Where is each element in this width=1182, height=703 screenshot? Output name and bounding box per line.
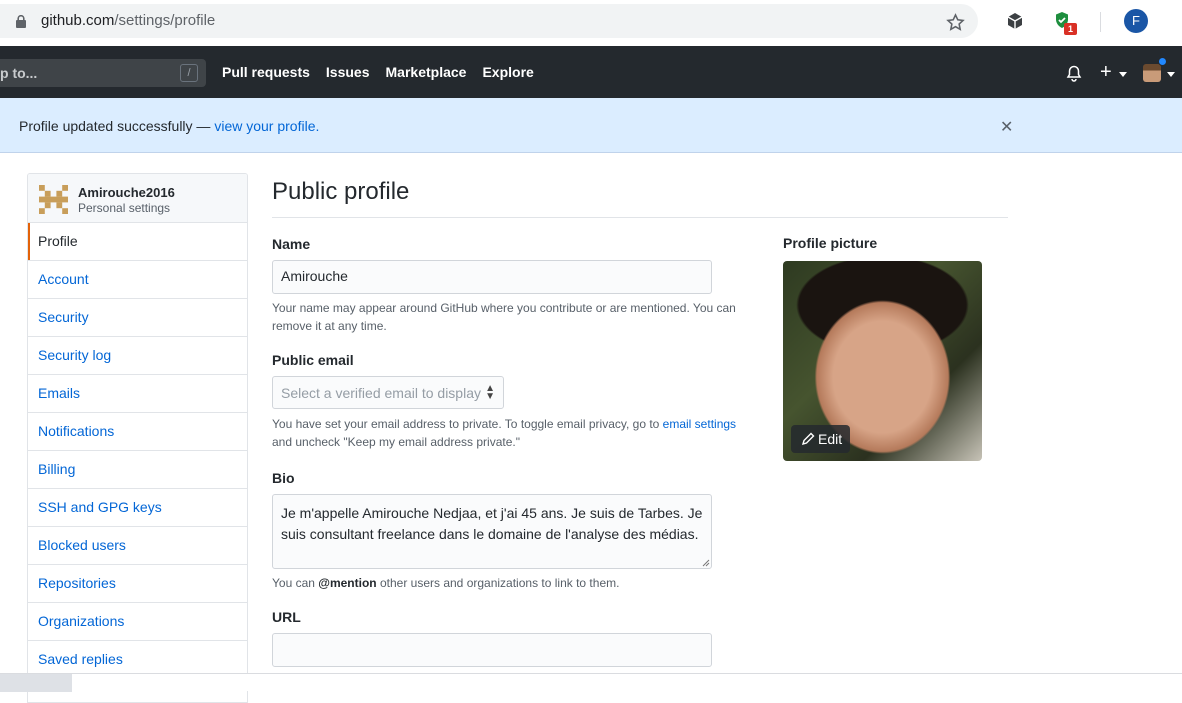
bio-note-text: You can (272, 576, 319, 590)
bio-textarea[interactable]: Je m'appelle Amirouche Nedjaa, et j'ai 4… (272, 494, 712, 569)
bio-label: Bio (272, 470, 295, 486)
sidebar-item-repositories[interactable]: Repositories (28, 565, 247, 603)
lock-icon (16, 15, 26, 28)
sidebar-item-security-log[interactable]: Security log (28, 337, 247, 375)
bell-icon[interactable] (1066, 65, 1082, 82)
identicon-icon (39, 185, 68, 214)
header-nav: Pull requests Issues Marketplace Explore (222, 64, 550, 80)
profile-picture-label: Profile picture (783, 235, 878, 251)
public-email-placeholder: Select a verified email to display (281, 385, 481, 401)
chevron-down-icon[interactable] (1167, 72, 1175, 77)
public-email-select[interactable]: Select a verified email to display ▲ ▼ (272, 376, 504, 409)
avatar[interactable] (1143, 64, 1161, 82)
browser-toolbar: github.com/settings/profile 1 F (0, 0, 1182, 46)
nav-issues[interactable]: Issues (326, 64, 370, 80)
close-icon[interactable]: ✕ (1000, 117, 1013, 137)
url-path: /settings/profile (114, 12, 216, 29)
name-note: Your name may appear around GitHub where… (272, 301, 736, 333)
select-arrows-icon: ▲ ▼ (485, 383, 495, 402)
sidebar-item-billing[interactable]: Billing (28, 451, 247, 489)
search-input[interactable]: p to... / (0, 59, 206, 87)
nav-explore[interactable]: Explore (482, 64, 533, 80)
resize-handle-icon[interactable] (702, 559, 710, 567)
email-note-text: You have set your email address to priva… (272, 417, 663, 431)
view-profile-link[interactable]: view your profile. (214, 118, 319, 134)
sidebar-item-emails[interactable]: Emails (28, 375, 247, 413)
extension-cube-icon[interactable] (1006, 12, 1024, 30)
settings-sidebar: Amirouche2016 Personal settings Profile … (27, 173, 248, 703)
name-field[interactable]: Amirouche (272, 260, 712, 294)
title-divider (272, 217, 1008, 218)
github-header: p to... / Pull requests Issues Marketpla… (0, 46, 1182, 98)
address-bar[interactable]: github.com/settings/profile (0, 4, 978, 38)
edit-picture-button[interactable]: Edit (791, 425, 850, 453)
browser-profile-avatar[interactable]: F (1124, 9, 1148, 33)
sidebar-header: Amirouche2016 Personal settings (28, 174, 247, 223)
email-note: You have set your email address to priva… (272, 415, 742, 451)
page-title: Public profile (272, 178, 410, 205)
email-note-text-2: and uncheck "Keep my email address priva… (272, 435, 520, 449)
mention-text: @mention (318, 576, 377, 590)
sidebar-subtitle: Personal settings (78, 201, 171, 215)
bookmark-star-icon[interactable] (946, 13, 965, 32)
bottom-grey-block (0, 674, 72, 692)
sidebar-item-notifications[interactable]: Notifications (28, 413, 247, 451)
nav-pull-requests[interactable]: Pull requests (222, 64, 310, 80)
sidebar-item-account[interactable]: Account (28, 261, 247, 299)
notification-dot (1158, 57, 1167, 66)
sidebar-username[interactable]: Amirouche2016 (78, 185, 175, 200)
nav-marketplace[interactable]: Marketplace (386, 64, 467, 80)
sidebar-item-organizations[interactable]: Organizations (28, 603, 247, 641)
sidebar-item-ssh-gpg-keys[interactable]: SSH and GPG keys (28, 489, 247, 527)
email-settings-link[interactable]: email settings (663, 417, 736, 431)
flash-message: Profile updated successfully — view your… (19, 118, 319, 134)
bottom-bar (0, 673, 1182, 692)
bio-note-text-2: other users and organizations to link to… (376, 576, 620, 590)
plus-icon[interactable]: + (1100, 62, 1112, 82)
chevron-down-icon[interactable] (1119, 72, 1127, 77)
toolbar-divider (1100, 12, 1101, 32)
sidebar-item-blocked-users[interactable]: Blocked users (28, 527, 247, 565)
url-text: github.com/settings/profile (41, 12, 215, 29)
url-host: github.com (41, 12, 115, 29)
sidebar-item-security[interactable]: Security (28, 299, 247, 337)
public-email-label: Public email (272, 352, 354, 368)
edit-label: Edit (818, 431, 843, 447)
name-label: Name (272, 236, 311, 252)
sidebar-item-profile[interactable]: Profile (28, 223, 247, 261)
bio-note: You can @mention other users and organiz… (272, 574, 742, 592)
search-placeholder: p to... (0, 65, 38, 81)
url-label: URL (272, 609, 301, 625)
flash-text: Profile updated successfully — (19, 118, 215, 134)
flash-banner: Profile updated successfully — view your… (0, 98, 1182, 153)
extension-badge: 1 (1064, 23, 1077, 35)
pencil-icon (801, 432, 815, 446)
search-shortcut-key: / (180, 64, 198, 82)
url-field[interactable] (272, 633, 712, 667)
